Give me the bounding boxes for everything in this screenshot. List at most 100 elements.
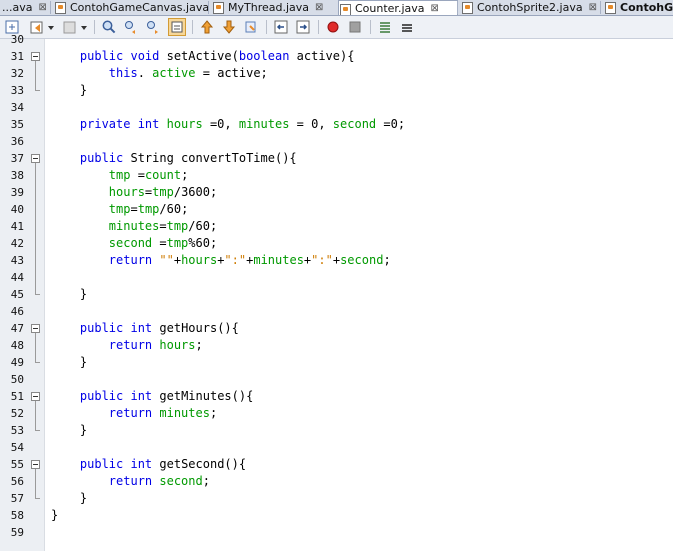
code-line[interactable]: } [51, 286, 87, 303]
code-line[interactable]: return ""+hours+":"+minutes+":"+second; [51, 252, 391, 269]
dropdown-arrow-icon[interactable] [46, 18, 56, 36]
code-token: "" [159, 253, 174, 267]
code-line[interactable]: } [51, 354, 87, 371]
uncomment-icon[interactable] [398, 18, 416, 36]
fold-toggle-icon[interactable] [31, 460, 40, 469]
tab-unknown-file[interactable]: ...ava ⊠ [2, 0, 47, 15]
code-token: } [51, 491, 88, 505]
fold-guide-end [35, 498, 40, 499]
code-line[interactable]: return minutes; [51, 405, 217, 422]
code-token: active){ [296, 49, 355, 63]
code-line[interactable]: tmp=tmp/60; [51, 201, 189, 218]
code-token: tmp [166, 236, 189, 250]
code-token: minutes [108, 219, 160, 233]
tab-counter[interactable]: Counter.java ⊠ [338, 0, 458, 15]
toggle-bookmark-icon[interactable] [242, 18, 260, 36]
fold-guide [35, 333, 36, 362]
java-file-icon [461, 2, 473, 14]
tab-mythread[interactable]: MyThread.java ⊠ [212, 0, 323, 15]
line-number: 56 [10, 475, 24, 488]
fold-toggle-icon[interactable] [31, 52, 40, 61]
code-line[interactable]: second =tmp%60; [51, 235, 217, 252]
fold-guide-end [35, 362, 40, 363]
shift-left-icon[interactable] [272, 18, 290, 36]
line-number: 34 [10, 101, 24, 114]
dropdown-arrow-icon[interactable] [79, 18, 89, 36]
code-token: getSecond(){ [159, 457, 247, 471]
code-token: second [340, 253, 384, 267]
find-next-icon[interactable] [144, 18, 162, 36]
toggle-highlight-icon[interactable] [168, 18, 186, 36]
code-line[interactable]: public void setActive(boolean active){ [51, 48, 355, 65]
close-icon[interactable]: ⊠ [431, 2, 439, 15]
code-line[interactable]: } [51, 490, 87, 507]
line-number: 38 [10, 169, 24, 182]
search-icon[interactable] [100, 18, 118, 36]
fold-toggle-icon[interactable] [31, 324, 40, 333]
code-token: /60; [188, 219, 218, 233]
code-token: tmp [152, 185, 174, 199]
fold-toggle-icon[interactable] [31, 154, 40, 163]
code-token: } [51, 508, 59, 522]
code-token: second [159, 474, 203, 488]
code-token: public void [79, 49, 167, 63]
code-line[interactable]: return hours; [51, 337, 203, 354]
java-file-icon [212, 2, 224, 14]
comment-icon[interactable] [376, 18, 394, 36]
code-line[interactable]: } [51, 422, 87, 439]
line-number: 49 [10, 356, 24, 369]
stop-macro-icon[interactable] [346, 18, 364, 36]
code-token: active [152, 66, 196, 80]
code-token: public int [79, 457, 160, 471]
code-token: getMinutes(){ [159, 389, 254, 403]
code-line[interactable]: public int getHours(){ [51, 320, 239, 337]
tab-contohsprite2[interactable]: ContohSprite2.java ⊠ [461, 0, 597, 15]
code-line[interactable]: minutes=tmp/60; [51, 218, 217, 235]
line-number: 39 [10, 186, 24, 199]
code-token: ; [181, 168, 189, 182]
code-token: %60; [188, 236, 218, 250]
line-number: 53 [10, 424, 24, 437]
code-token: public int [79, 321, 160, 335]
find-previous-icon[interactable] [122, 18, 140, 36]
code-line[interactable]: public int getSecond(){ [51, 456, 246, 473]
fold-guide [35, 163, 36, 294]
code-token: ; [209, 406, 218, 420]
start-macro-icon[interactable] [324, 18, 342, 36]
close-icon[interactable]: ⊠ [38, 1, 46, 15]
code-line[interactable]: this. active = active; [51, 65, 268, 82]
tab-label: ContohG [620, 0, 673, 14]
code-line[interactable]: tmp =count; [51, 167, 189, 184]
fold-toggle-icon[interactable] [31, 392, 40, 401]
next-bookmark-icon[interactable] [220, 18, 238, 36]
line-number: 54 [10, 441, 24, 454]
code-line[interactable]: private int hours =0, minutes = 0, secon… [51, 116, 405, 133]
shift-right-icon[interactable] [294, 18, 312, 36]
line-number: 32 [10, 67, 24, 80]
code-token: public int [79, 389, 160, 403]
code-token: minutes [238, 117, 290, 131]
back-icon[interactable] [28, 18, 46, 36]
code-token: } [51, 83, 88, 97]
code-editor[interactable]: public void setActive(boolean active){ t… [45, 39, 673, 551]
code-token: ; [202, 474, 210, 488]
code-line[interactable]: } [51, 82, 87, 99]
line-number: 40 [10, 203, 24, 216]
close-icon[interactable]: ⊠ [315, 1, 323, 15]
code-line[interactable]: public String convertToTime(){ [51, 150, 297, 167]
tab-contohgamecanvas[interactable]: ContohGameCanvas.java ⊠ [54, 0, 223, 15]
previous-bookmark-icon[interactable] [198, 18, 216, 36]
forward-icon[interactable] [60, 18, 78, 36]
code-line[interactable]: return second; [51, 473, 210, 490]
code-line[interactable]: hours=tmp/3600; [51, 184, 217, 201]
code-line[interactable]: } [51, 507, 58, 524]
code-line[interactable]: public int getMinutes(){ [51, 388, 253, 405]
close-icon[interactable]: ⊠ [589, 1, 597, 15]
tab-contohg[interactable]: ContohG [604, 0, 673, 15]
